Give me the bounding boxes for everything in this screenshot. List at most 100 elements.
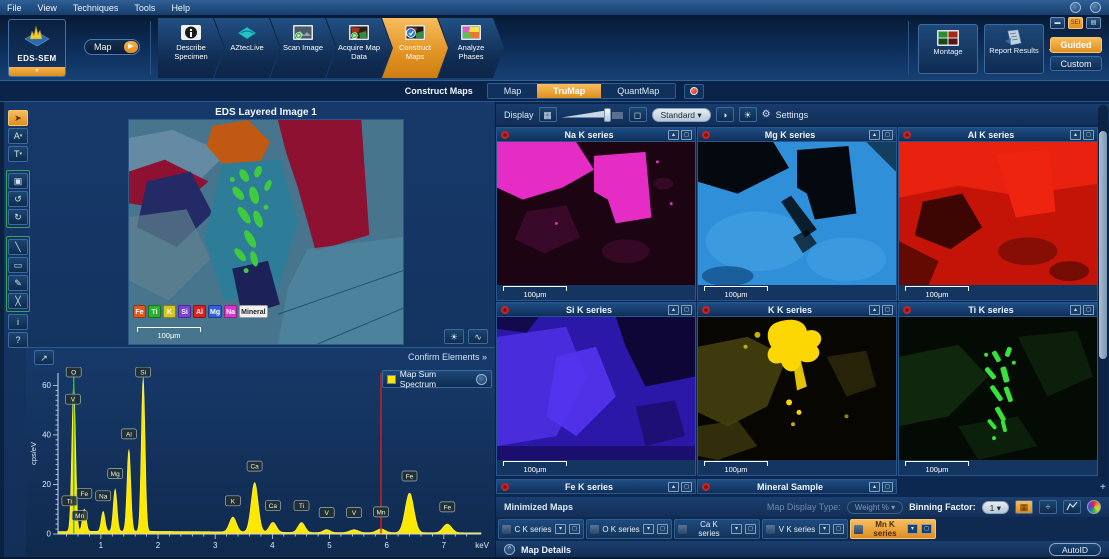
- map-display-type-dropdown[interactable]: Weight % ▾: [847, 501, 903, 514]
- brightness-button[interactable]: ☀: [739, 107, 757, 122]
- legend-chip-ti[interactable]: Ti: [148, 305, 161, 318]
- expand-map-button[interactable]: ◻: [745, 524, 756, 534]
- minimize-map-button[interactable]: ▴: [1070, 130, 1081, 140]
- spectrum-chart[interactable]: 02040601234567keVcps/eVOFeNaMgAlSiKCaCaT…: [28, 367, 493, 555]
- divide-maps-button[interactable]: ÷: [1039, 500, 1057, 514]
- grid-layout-button[interactable]: ▦: [539, 107, 557, 122]
- expand-map-button[interactable]: ◻: [921, 524, 932, 534]
- region-tool[interactable]: ▣: [8, 173, 28, 189]
- contrast-button[interactable]: ◑: [716, 107, 734, 122]
- element-map-image[interactable]: [898, 142, 1098, 285]
- minimized-chip-mn[interactable]: Mn K series▾◻: [850, 519, 936, 539]
- expand-map-button[interactable]: ◻: [882, 305, 893, 315]
- minimized-chip-o[interactable]: O K series▾◻: [586, 519, 672, 539]
- restore-map-button[interactable]: ▾: [555, 524, 566, 534]
- menu-item-file[interactable]: File: [7, 3, 22, 13]
- map-tile-header[interactable]: Fe K series▴◻: [496, 479, 696, 494]
- map-tile-header[interactable]: Na K series▴◻: [496, 127, 696, 142]
- expand-map-button[interactable]: ◻: [569, 524, 580, 534]
- expand-spectrum-button[interactable]: ↗: [34, 350, 54, 365]
- legend-options-button[interactable]: [476, 374, 487, 385]
- restore-map-button[interactable]: ▾: [907, 524, 918, 534]
- tab-trumap[interactable]: TruMap: [537, 84, 601, 98]
- montage-button[interactable]: Montage: [918, 24, 978, 74]
- titlebar-circle-button-1[interactable]: [1070, 2, 1081, 13]
- histogram-button[interactable]: ∿: [468, 329, 488, 344]
- workflow-step-describe-specimen[interactable]: Describe Specimen: [158, 18, 224, 78]
- minimize-map-button[interactable]: ▴: [869, 482, 880, 492]
- help-button[interactable]: ?: [8, 332, 28, 348]
- display-preset-dropdown[interactable]: Standard ▾: [652, 108, 711, 122]
- profile-chart-button[interactable]: [1063, 500, 1081, 514]
- element-map-image[interactable]: [496, 317, 696, 460]
- text-tool[interactable]: T▾: [8, 146, 28, 162]
- tab-quantmap[interactable]: QuantMap: [601, 84, 675, 98]
- line-tool[interactable]: ╲: [8, 239, 28, 255]
- minimized-chip-ca[interactable]: Ca K series▾◻: [674, 519, 760, 539]
- map-overlay-button[interactable]: [684, 84, 704, 99]
- mode-dropdown[interactable]: Map ▶: [84, 39, 140, 55]
- minimized-chip-c[interactable]: C K series▾◻: [498, 519, 584, 539]
- color-palette-button[interactable]: [1087, 500, 1101, 514]
- menu-item-tools[interactable]: Tools: [134, 3, 155, 13]
- legend-chip-na[interactable]: Na: [224, 305, 237, 318]
- expand-map-button[interactable]: ◻: [1083, 305, 1094, 315]
- eds-layered-image[interactable]: FeTiKSiAlMgNaMineral 100μm: [128, 119, 404, 345]
- maps-scrollbar[interactable]: [1098, 105, 1108, 481]
- binning-factor-dropdown[interactable]: 1 ▾: [982, 501, 1009, 514]
- expand-map-button[interactable]: ◻: [657, 524, 668, 534]
- settings-link[interactable]: Settings: [776, 110, 809, 120]
- expand-map-button[interactable]: ◻: [681, 130, 692, 140]
- map-tile-header[interactable]: Mineral Sample▴◻: [697, 479, 897, 494]
- slider-knob[interactable]: [604, 108, 611, 122]
- single-map-button[interactable]: ◻: [629, 107, 647, 122]
- spectrum-legend[interactable]: Map Sum Spectrum: [382, 370, 492, 388]
- map-size-slider[interactable]: [562, 108, 624, 122]
- scrollbar-thumb[interactable]: [1099, 131, 1107, 359]
- expand-map-button[interactable]: ◻: [833, 524, 844, 534]
- map-tile-header[interactable]: K K series▴◻: [697, 302, 897, 317]
- expand-map-button[interactable]: ◻: [681, 305, 692, 315]
- minimize-map-button[interactable]: ▴: [668, 130, 679, 140]
- tab-map[interactable]: Map: [488, 84, 538, 98]
- draw-tool[interactable]: ✎: [8, 275, 28, 291]
- rectangle-tool[interactable]: ▭: [8, 257, 28, 273]
- legend-chip-si[interactable]: Si: [178, 305, 191, 318]
- map-tile-header[interactable]: Al K series▴◻: [898, 127, 1098, 142]
- rotate-left-tool[interactable]: ↺: [8, 191, 28, 207]
- expand-map-button[interactable]: ◻: [882, 482, 893, 492]
- legend-chip-k[interactable]: K: [163, 305, 176, 318]
- app-logo[interactable]: EDS-SEM ▾: [8, 19, 66, 77]
- minimize-map-button[interactable]: ▴: [1070, 305, 1081, 315]
- element-map-image[interactable]: [697, 142, 897, 285]
- confirm-elements-link[interactable]: Confirm Elements »: [408, 352, 487, 362]
- expand-map-button[interactable]: ◻: [1083, 130, 1094, 140]
- erase-tool[interactable]: ╳: [8, 293, 28, 309]
- map-tile-header[interactable]: Ti K series▴◻: [898, 302, 1098, 317]
- brightness-contrast-button[interactable]: ☀: [444, 329, 464, 344]
- legend-chip-al[interactable]: Al: [193, 305, 206, 318]
- expand-map-button[interactable]: ◻: [882, 130, 893, 140]
- element-map-image[interactable]: [898, 317, 1098, 460]
- minimize-map-button[interactable]: ▴: [668, 482, 679, 492]
- element-map-image[interactable]: [496, 142, 696, 285]
- menu-item-view[interactable]: View: [38, 3, 57, 13]
- layout-toggle-single[interactable]: ▬: [1050, 17, 1065, 29]
- custom-mode-button[interactable]: Custom: [1050, 56, 1102, 71]
- map-tile-header[interactable]: Si K series▴◻: [496, 302, 696, 317]
- guided-mode-button[interactable]: Guided: [1050, 37, 1102, 53]
- report-results-button[interactable]: Report Results ▾: [984, 24, 1044, 74]
- layout-toggle-wide[interactable]: ▤: [1086, 17, 1101, 29]
- titlebar-circle-button-2[interactable]: [1090, 2, 1101, 13]
- app-logo-dropdown[interactable]: ▾: [9, 67, 65, 76]
- select-tool[interactable]: ➤: [8, 110, 28, 126]
- restore-map-button[interactable]: ▾: [819, 524, 830, 534]
- map-details-expander[interactable]: ^: [504, 544, 515, 555]
- menu-item-techniques[interactable]: Techniques: [73, 3, 119, 13]
- expand-map-button[interactable]: ◻: [681, 482, 692, 492]
- legend-chip-mg[interactable]: Mg: [208, 305, 222, 318]
- rotate-right-tool[interactable]: ↻: [8, 209, 28, 225]
- restore-map-button[interactable]: ▾: [731, 524, 742, 534]
- minimize-map-button[interactable]: ▴: [869, 305, 880, 315]
- element-map-image[interactable]: [697, 317, 897, 460]
